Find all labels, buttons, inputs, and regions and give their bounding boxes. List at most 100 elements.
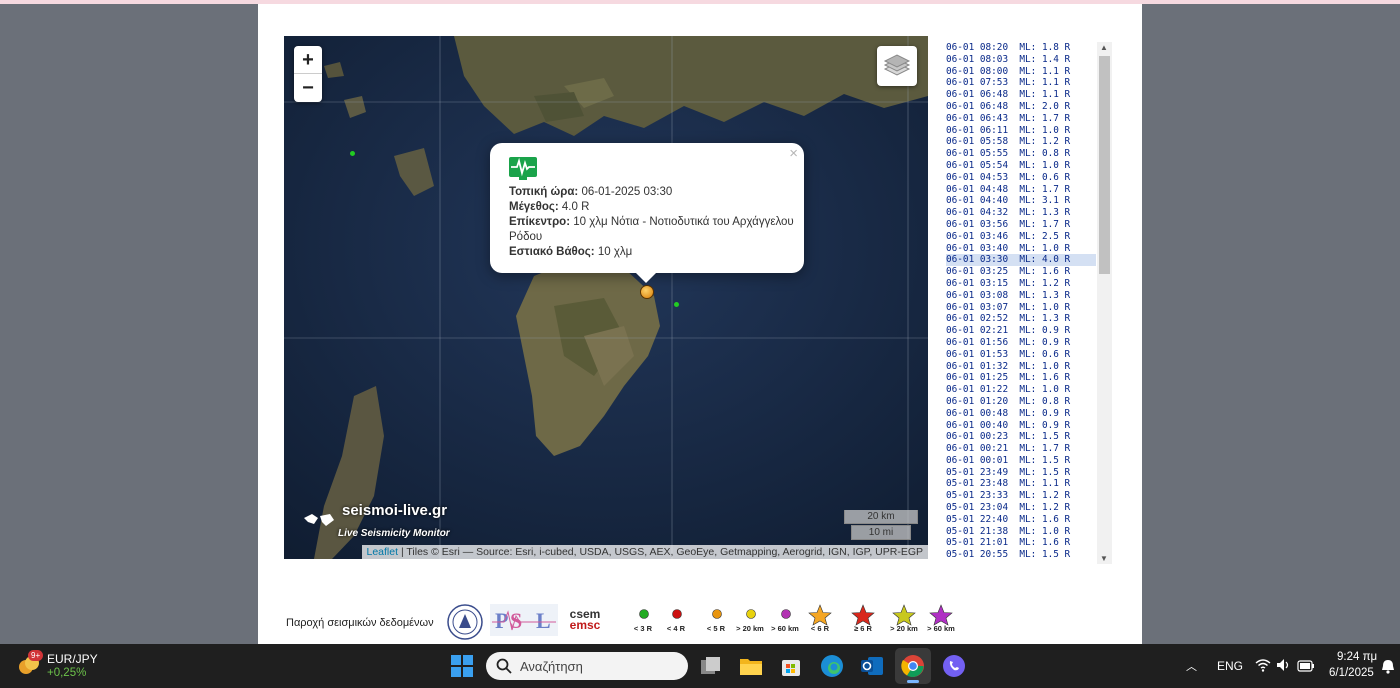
taskbar: 9+ EUR/JPY +0,25% Αναζήτηση ︿ ENG 9:24 π…: [0, 644, 1400, 688]
file-explorer-button[interactable]: [739, 655, 763, 682]
event-list-item[interactable]: 06-01 05:55 ML: 0.8 R: [946, 148, 1096, 160]
event-list-item[interactable]: 06-01 03:25 ML: 1.6 R: [946, 266, 1096, 278]
legend-dot-icon: [781, 609, 791, 619]
outlook-button[interactable]: [860, 654, 884, 683]
scale-mi: 10 mi: [851, 525, 911, 540]
taskbar-search[interactable]: Αναζήτηση: [486, 652, 688, 680]
event-list-item[interactable]: 06-01 03:40 ML: 1.0 R: [946, 243, 1096, 255]
layers-button[interactable]: [877, 46, 917, 86]
scroll-down-arrow-icon[interactable]: ▼: [1100, 554, 1108, 563]
event-list-item[interactable]: 05-01 22:40 ML: 1.6 R: [946, 514, 1096, 526]
event-list-item[interactable]: 06-01 06:48 ML: 1.1 R: [946, 89, 1096, 101]
event-list-item[interactable]: 05-01 21:01 ML: 1.6 R: [946, 537, 1096, 549]
speaker-icon: [1277, 659, 1289, 671]
event-list-item[interactable]: 06-01 01:32 ML: 1.0 R: [946, 361, 1096, 373]
world-map-icon: [304, 514, 334, 526]
event-list-item[interactable]: 05-01 21:38 ML: 1.0 R: [946, 526, 1096, 538]
quake-popup: × Τοπική ώρα: 06-01-2025 03:30 Μέγεθος: …: [490, 143, 804, 283]
battery-button[interactable]: [1297, 659, 1315, 677]
network-button[interactable]: [1255, 658, 1271, 677]
event-list-item[interactable]: 05-01 23:04 ML: 1.2 R: [946, 502, 1096, 514]
emsc-logo[interactable]: csem emsc: [565, 604, 605, 636]
earthquake-map[interactable]: + − × Τοπική ώρα: 06-01-2025 03:30 Μέγεθ…: [284, 36, 928, 559]
legend-label: > 60 km: [771, 624, 799, 633]
event-list-item[interactable]: 06-01 04:53 ML: 0.6 R: [946, 172, 1096, 184]
event-list-item[interactable]: 06-01 00:40 ML: 0.9 R: [946, 420, 1096, 432]
ticker-badge: 9+: [28, 650, 44, 661]
event-list-item[interactable]: 06-01 03:46 ML: 2.5 R: [946, 231, 1096, 243]
event-list-item[interactable]: 06-01 03:15 ML: 1.2 R: [946, 278, 1096, 290]
event-list-item[interactable]: 06-01 00:48 ML: 0.9 R: [946, 408, 1096, 420]
zoom-out-button[interactable]: −: [294, 74, 322, 102]
language-indicator[interactable]: ENG: [1217, 659, 1243, 673]
event-list-item[interactable]: 06-01 05:58 ML: 1.2 R: [946, 136, 1096, 148]
edge-button[interactable]: [820, 654, 844, 683]
map-terrain: [284, 36, 928, 559]
scroll-up-arrow-icon[interactable]: ▲: [1100, 43, 1108, 52]
event-list-item[interactable]: 06-01 01:25 ML: 1.6 R: [946, 372, 1096, 384]
scrollbar-thumb[interactable]: [1099, 56, 1110, 274]
legend-dot-icon: [639, 609, 649, 619]
event-list-item[interactable]: 06-01 03:07 ML: 1.0 R: [946, 302, 1096, 314]
event-list-item[interactable]: 06-01 02:21 ML: 0.9 R: [946, 325, 1096, 337]
viber-button[interactable]: [942, 654, 966, 683]
event-list-item[interactable]: 06-01 03:56 ML: 1.7 R: [946, 219, 1096, 231]
event-list-item[interactable]: 06-01 00:01 ML: 1.5 R: [946, 455, 1096, 467]
event-list-item[interactable]: 06-01 04:40 ML: 3.1 R: [946, 195, 1096, 207]
event-list-item[interactable]: 06-01 08:03 ML: 1.4 R: [946, 54, 1096, 66]
event-list-item[interactable]: 06-01 06:11 ML: 1.0 R: [946, 125, 1096, 137]
event-list-item[interactable]: 06-01 06:48 ML: 2.0 R: [946, 101, 1096, 113]
layers-icon: [883, 54, 911, 76]
quake-marker-selected[interactable]: [640, 285, 654, 299]
event-list-item[interactable]: 06-01 00:23 ML: 1.5 R: [946, 431, 1096, 443]
event-list-item[interactable]: 06-01 08:20 ML: 1.8 R: [946, 42, 1096, 54]
event-list-item[interactable]: 05-01 23:33 ML: 1.2 R: [946, 490, 1096, 502]
university-seal-logo[interactable]: [447, 604, 483, 640]
event-list-item[interactable]: 06-01 02:52 ML: 1.3 R: [946, 313, 1096, 325]
legend-label: ≥ 6 R: [854, 624, 872, 633]
popup-close-button[interactable]: ×: [789, 145, 798, 162]
chrome-icon: [901, 655, 924, 677]
quake-marker-small[interactable]: [674, 302, 679, 307]
quake-marker-small[interactable]: [350, 151, 355, 156]
event-list-item[interactable]: 06-01 05:54 ML: 1.0 R: [946, 160, 1096, 172]
show-hidden-icons-chevron-icon[interactable]: ︿: [1186, 658, 1197, 674]
active-app-indicator: [907, 680, 919, 683]
event-list-item[interactable]: 06-01 06:43 ML: 1.7 R: [946, 113, 1096, 125]
event-list-item[interactable]: 06-01 07:53 ML: 1.1 R: [946, 77, 1096, 89]
event-list-item[interactable]: 06-01 01:22 ML: 1.0 R: [946, 384, 1096, 396]
task-view-button[interactable]: [700, 655, 722, 682]
event-list-item[interactable]: 05-01 20:55 ML: 1.5 R: [946, 549, 1096, 561]
event-list[interactable]: 06-01 08:20 ML: 1.8 R 06-01 08:03 ML: 1.4…: [946, 42, 1096, 564]
notifications-button[interactable]: [1381, 659, 1395, 679]
event-list-item[interactable]: 06-01 00:21 ML: 1.7 R: [946, 443, 1096, 455]
chrome-button[interactable]: [895, 648, 931, 684]
event-list-item[interactable]: 05-01 23:49 ML: 1.5 R: [946, 467, 1096, 479]
zoom-in-button[interactable]: +: [294, 46, 322, 74]
viber-icon: [943, 655, 965, 677]
attribution-text: | Tiles © Esri — Source: Esri, i-cubed, …: [398, 546, 923, 558]
event-list-item[interactable]: 06-01 01:53 ML: 0.6 R: [946, 349, 1096, 361]
legend-dot-icon: [746, 609, 756, 619]
task-view-icon: [701, 657, 720, 674]
event-list-item[interactable]: 06-01 04:32 ML: 1.3 R: [946, 207, 1096, 219]
clock-date[interactable]: 6/1/2025: [1329, 667, 1374, 679]
legend-dot-icon: [672, 609, 682, 619]
event-list-item[interactable]: 06-01 01:56 ML: 0.9 R: [946, 337, 1096, 349]
leaflet-link[interactable]: Leaflet: [367, 546, 399, 558]
event-list-item[interactable]: 06-01 08:00 ML: 1.1 R: [946, 66, 1096, 78]
start-button[interactable]: [450, 654, 474, 683]
event-list-item[interactable]: 06-01 03:30 ML: 4.0 R: [946, 254, 1096, 267]
clock-time[interactable]: 9:24 πμ: [1337, 651, 1377, 663]
event-list-scrollbar[interactable]: ▲ ▼: [1097, 42, 1112, 564]
ticker-widget[interactable]: 9+: [18, 650, 44, 681]
legend-star-icon: [851, 604, 875, 626]
store-button[interactable]: [780, 655, 802, 682]
event-list-item[interactable]: 05-01 23:48 ML: 1.1 R: [946, 478, 1096, 490]
volume-button[interactable]: [1276, 658, 1292, 677]
ppsl-logo[interactable]: P S L: [490, 604, 558, 636]
event-list-item[interactable]: 06-01 03:08 ML: 1.3 R: [946, 290, 1096, 302]
event-list-item[interactable]: 06-01 01:20 ML: 0.8 R: [946, 396, 1096, 408]
event-list-item[interactable]: 06-01 04:48 ML: 1.7 R: [946, 184, 1096, 196]
magnitude-label: Μέγεθος:: [509, 201, 559, 213]
